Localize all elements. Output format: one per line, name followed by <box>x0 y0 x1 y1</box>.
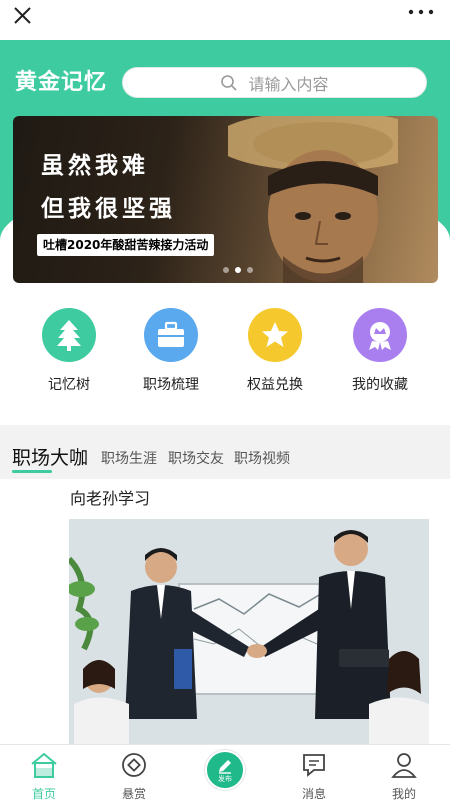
tab-career-life[interactable]: 职场生涯 <box>101 448 157 468</box>
quick-action-label: 记忆树 <box>48 377 90 393</box>
tabbar-profile[interactable]: 我的 <box>374 751 434 800</box>
quick-action-my-favorites[interactable]: 我的收藏 <box>325 308 435 394</box>
banner-tag: 吐槽2020年酸甜苦辣接力活动 <box>37 234 215 256</box>
banner-pager <box>223 267 253 273</box>
promo-banner[interactable]: 虽然我难 但我很坚强 吐槽2020年酸甜苦辣接力活动 <box>13 116 438 283</box>
pencil-icon <box>219 759 231 774</box>
app-brand: 黄金记忆 <box>15 70 108 95</box>
tree-icon <box>42 308 96 362</box>
article-title[interactable]: 向老孙学习 <box>70 485 150 509</box>
search-icon <box>221 74 238 91</box>
category-tabs: 职场大咖 职场生涯 职场交友 职场视频 <box>0 437 450 479</box>
briefcase-icon <box>144 308 198 362</box>
ribbon-badge-icon <box>353 308 407 362</box>
pager-dot-active[interactable] <box>235 267 241 273</box>
tabbar-messages[interactable]: 消息 <box>284 751 344 800</box>
close-icon[interactable] <box>10 4 34 28</box>
active-tab-indicator <box>12 470 52 473</box>
tabbar-label: 首页 <box>31 787 56 800</box>
publish-button[interactable]: 发布 <box>205 750 245 790</box>
tabbar-label: 消息 <box>301 787 326 800</box>
quick-action-label: 我的收藏 <box>352 377 408 393</box>
tabbar-label: 悬赏 <box>121 787 146 800</box>
quick-action-rights-exchange[interactable]: 权益兑换 <box>220 308 330 394</box>
home-icon <box>31 752 57 778</box>
tabbar-home[interactable]: 首页 <box>14 751 74 800</box>
quick-action-label: 职场梳理 <box>143 377 199 393</box>
search-input[interactable]: 请输入内容 <box>122 67 427 98</box>
pager-dot[interactable] <box>223 267 229 273</box>
quick-action-memory-tree[interactable]: 记忆树 <box>14 308 124 394</box>
quick-actions: 记忆树 职场梳理 权益兑换 我的收藏 <box>0 308 450 408</box>
quick-action-label: 权益兑换 <box>247 377 303 393</box>
publish-label: 发布 <box>218 774 232 783</box>
banner-headline-2: 但我很坚强 <box>41 195 176 222</box>
section-divider <box>0 425 450 437</box>
banner-portrait-image <box>228 116 398 283</box>
target-icon <box>122 753 146 777</box>
tab-career-experts[interactable]: 职场大咖 <box>12 443 88 470</box>
search-placeholder: 请输入内容 <box>248 74 329 94</box>
banner-headline-1: 虽然我难 <box>41 152 149 179</box>
more-icon[interactable] <box>406 4 436 20</box>
tab-career-videos[interactable]: 职场视频 <box>234 448 290 468</box>
top-bar <box>0 0 450 40</box>
tabbar-label: 我的 <box>391 787 416 800</box>
pager-dot[interactable] <box>247 267 253 273</box>
star-icon <box>248 308 302 362</box>
quick-action-career-sort[interactable]: 职场梳理 <box>116 308 226 394</box>
message-icon <box>303 754 325 777</box>
article-image[interactable] <box>69 519 429 744</box>
tab-career-networking[interactable]: 职场交友 <box>168 448 224 468</box>
tabbar-reward[interactable]: 悬赏 <box>104 751 164 800</box>
handshake-meeting-image <box>69 519 429 744</box>
user-icon <box>391 753 417 778</box>
